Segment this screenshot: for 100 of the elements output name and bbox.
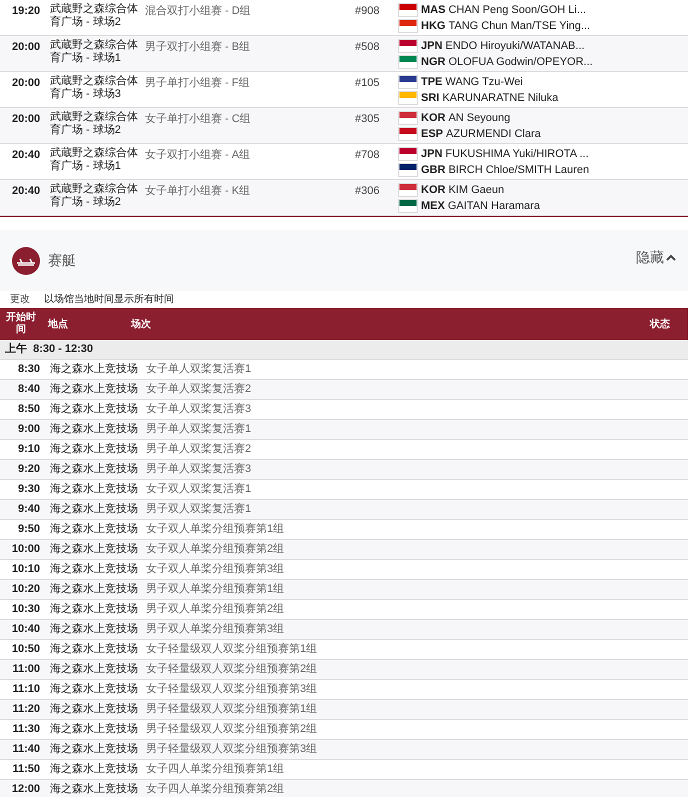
event-cell-text: 男子单人双桨复活赛2 (146, 442, 252, 458)
match-time: 20:00 (11, 40, 42, 55)
start-time: 9:30 (16, 482, 40, 498)
start-time: 11:40 (11, 742, 40, 758)
event-cell-text: 女子双人单桨分组预赛第3组 (146, 562, 284, 578)
match-number: #306 (355, 184, 380, 199)
event-cell-text: 男子轻量级双人双桨分组预赛第3组 (146, 742, 318, 758)
venue-cell-text: 海之森水上竞技场 (49, 542, 139, 558)
team-code: MAS (421, 2, 446, 18)
player-names: WANG Tzu-Wei (445, 74, 523, 90)
player-names: BIRCH Chloe/SMITH Lauren (448, 162, 590, 178)
start-time: 10:10 (10, 562, 40, 578)
team-code: SRI (421, 90, 440, 106)
start-time: 8:40 (16, 382, 40, 398)
rowing-icon (12, 246, 40, 274)
venue-cell-text: 海之森水上竞技场 (49, 362, 139, 378)
start-time: 9:40 (16, 502, 40, 518)
flag-icon (398, 147, 418, 161)
flag-icon (398, 19, 418, 33)
event-cell-text: 男子单人双桨复活赛1 (146, 422, 252, 438)
match-event: 女子双打小组赛 - A组 (145, 148, 252, 163)
event-cell-text: 女子双人单桨分组预赛第1组 (146, 522, 284, 538)
start-time: 11:10 (11, 682, 40, 698)
team-code: TPE (421, 74, 442, 90)
player-names: OLOFUA Godwin/OPEYOR... (448, 54, 593, 70)
venue-cell-text: 海之森水上竞技场 (49, 582, 139, 598)
start-time: 10:40 (10, 622, 40, 638)
start-time: 9:00 (16, 422, 40, 438)
flag-icon (398, 39, 418, 53)
start-time: 10:20 (10, 582, 40, 598)
venue-cell-text: 海之森水上竞技场 (49, 382, 139, 398)
player-names: FUKUSHIMA Yuki/HIROTA ... (445, 146, 589, 162)
venue-cell-text: 海之森水上竞技场 (49, 442, 139, 458)
venue-cell-text: 海之森水上竞技场 (49, 742, 139, 758)
match-venue: 武蔵野之森综合体育广场 - 球场2 (50, 111, 139, 138)
event-cell-text: 男子双人单桨分组预赛第2组 (146, 602, 284, 618)
match-time: 20:00 (11, 112, 42, 127)
match-event: 女子单打小组赛 - K组 (145, 184, 252, 199)
sport-title: 赛艇 (48, 251, 76, 270)
team-code: KOR (421, 110, 446, 126)
event-cell-text: 男子轻量级双人双桨分组预赛第2组 (146, 722, 318, 738)
column-header: 状态 (650, 318, 671, 332)
event-cell-text: 女子双人双桨复活赛1 (146, 482, 252, 498)
team-code: HKG (421, 18, 446, 34)
start-time: 8:50 (16, 402, 40, 418)
event-cell-text: 女子单人双桨复活赛2 (146, 382, 252, 398)
match-time: 19:20 (11, 4, 42, 19)
venue-cell-text: 海之森水上竞技场 (49, 482, 139, 498)
venue-cell-text: 海之森水上竞技场 (49, 462, 139, 478)
match-number: #105 (355, 76, 380, 91)
venue-cell-text: 海之森水上竞技场 (49, 722, 139, 738)
match-venue: 武蔵野之森综合体育广场 - 球场1 (50, 39, 139, 66)
team-code: JPN (421, 38, 442, 54)
match-event: 男子单打小组赛 - F组 (145, 76, 250, 91)
flag-icon (398, 55, 418, 69)
match-time: 20:40 (11, 184, 42, 199)
match-event: 女子单打小组赛 - C组 (145, 112, 252, 127)
event-cell-text: 男子双人单桨分组预赛第1组 (146, 582, 284, 598)
venue-cell-text: 海之森水上竞技场 (49, 622, 139, 638)
event-cell-text: 男子单人双桨复活赛3 (146, 462, 252, 478)
change-link[interactable]: 更改 (10, 292, 30, 307)
player-names: ENDO Hiroyuki/WATANAB... (445, 38, 585, 54)
column-header: 地点 (46, 318, 69, 332)
hide-button[interactable]: 隐藏 (636, 247, 676, 268)
column-header: 场次 (131, 318, 152, 332)
venue-cell-text: 海之森水上竞技场 (49, 522, 139, 538)
player-names: TANG Chun Man/TSE Ying... (448, 18, 590, 34)
event-cell-text: 男子双人单桨分组预赛第3组 (146, 622, 284, 638)
event-cell-text: 女子轻量级双人双桨分组预赛第2组 (146, 662, 318, 678)
match-number: #908 (355, 4, 380, 19)
match-time: 20:40 (11, 148, 42, 163)
start-time: 9:20 (16, 462, 40, 478)
venue-cell-text: 海之森水上竞技场 (49, 682, 139, 698)
team-code: MEX (421, 198, 445, 214)
team-code: ESP (421, 126, 444, 142)
player-names: AZURMENDI Clara (446, 126, 541, 142)
start-time: 12:00 (10, 782, 40, 797)
match-event: 男子双打小组赛 - B组 (145, 40, 252, 55)
venue-cell-text: 海之森水上竞技场 (49, 562, 139, 578)
flag-icon (398, 183, 418, 197)
player-names: AN Seyoung (448, 110, 510, 126)
match-venue: 武蔵野之森综合体育广场 - 球场2 (50, 183, 139, 210)
venue-cell-text: 海之森水上竞技场 (49, 762, 139, 778)
event-cell-text: 女子四人单桨分组预赛第1组 (146, 762, 284, 778)
flag-icon (398, 91, 418, 105)
match-venue: 武蔵野之森综合体育广场 - 球场1 (50, 147, 139, 174)
player-names: KARUNARATNE Niluka (442, 90, 558, 106)
event-cell-text: 女子四人单桨分组预赛第2组 (146, 782, 284, 797)
event-cell-text: 女子轻量级双人双桨分组预赛第3组 (146, 682, 318, 698)
timezone-note: 以场馆当地时间显示所有时间 (44, 292, 174, 307)
event-cell-text: 女子单人双桨复活赛3 (146, 402, 252, 418)
team-code: JPN (421, 146, 442, 162)
event-cell-text: 男子轻量级双人双桨分组预赛第1组 (146, 702, 318, 718)
event-cell-text: 女子单人双桨复活赛1 (146, 362, 252, 378)
start-time: 11:50 (11, 762, 40, 778)
match-venue: 武蔵野之森综合体育广场 - 球场2 (50, 3, 139, 30)
start-time: 11:00 (11, 662, 40, 678)
match-number: #708 (355, 148, 380, 163)
match-time: 20:00 (11, 76, 42, 91)
team-code: KOR (421, 182, 446, 198)
